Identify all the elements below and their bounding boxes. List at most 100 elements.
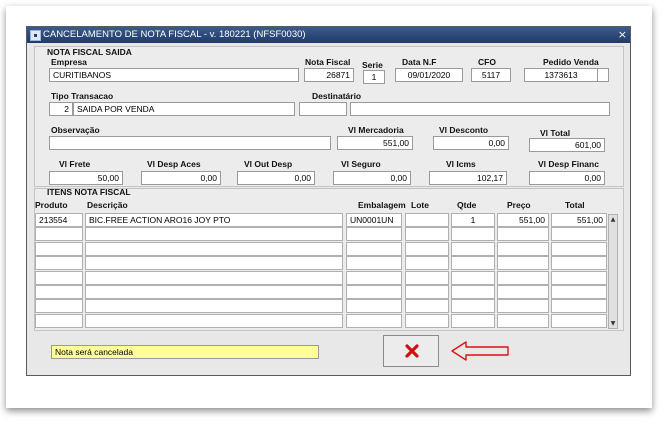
cell-total[interactable]	[551, 285, 607, 299]
close-icon[interactable]: ×	[618, 28, 627, 41]
pedido-venda-field[interactable]: 1373613	[524, 68, 609, 82]
cell-produto[interactable]: 213554	[35, 213, 83, 227]
nota-fiscal-field[interactable]: 26871	[304, 68, 354, 82]
pedido-venda-value: 1373613	[544, 70, 578, 80]
items-scrollbar[interactable]: ▲ ▼	[608, 214, 618, 329]
cell-total[interactable]	[551, 241, 607, 256]
pedido-venda-divider	[597, 69, 598, 81]
vl-mercadoria-field[interactable]: 551,00	[337, 136, 413, 150]
tipo-transacao-desc-field[interactable]: SAIDA POR VENDA	[73, 102, 295, 116]
cancel-nota-button[interactable]	[383, 335, 439, 367]
cell-embalagem[interactable]	[346, 270, 402, 285]
cell-produto[interactable]	[35, 241, 83, 256]
cell-produto[interactable]	[35, 270, 83, 285]
cell-lote[interactable]	[405, 241, 449, 256]
column-header-lote: Lote	[411, 200, 429, 210]
empresa-label: Empresa	[51, 57, 87, 67]
vl-desp-financ-field[interactable]: 0,00	[529, 171, 605, 185]
cell-qtde[interactable]: 1	[451, 213, 495, 227]
vl-desconto-field[interactable]: 0,00	[433, 136, 509, 150]
column-header-total: Total	[565, 200, 585, 210]
cell-qtde[interactable]	[451, 270, 495, 285]
vl-seguro-field[interactable]: 0,00	[333, 171, 411, 185]
cell-qtde[interactable]	[451, 256, 495, 271]
vl-icms-field[interactable]: 102,17	[429, 171, 507, 185]
cell-lote[interactable]	[405, 299, 449, 314]
cell-total[interactable]	[551, 299, 607, 314]
cell-lote[interactable]	[405, 256, 449, 271]
cell-embalagem[interactable]	[346, 285, 402, 299]
cell-embalagem[interactable]	[346, 241, 402, 256]
cell-lote[interactable]	[405, 270, 449, 285]
cfo-field[interactable]: 5117	[471, 68, 511, 82]
cell-embalagem[interactable]	[346, 299, 402, 314]
window-title: CANCELAMENTO DE NOTA FISCAL - v. 180221 …	[43, 29, 306, 40]
cell-produto[interactable]	[35, 227, 83, 242]
vl-frete-field[interactable]: 50,00	[49, 171, 123, 185]
cell-produto[interactable]	[35, 256, 83, 271]
cell-descricao[interactable]	[85, 270, 343, 285]
cell-lote[interactable]	[405, 313, 449, 328]
cell-embalagem[interactable]	[346, 256, 402, 271]
cell-produto[interactable]	[35, 285, 83, 299]
cell-preco[interactable]	[497, 256, 549, 271]
destinatario-code-field[interactable]	[299, 102, 347, 116]
cell-total[interactable]	[551, 256, 607, 271]
app-icon: ▪	[30, 30, 41, 41]
cell-lote[interactable]	[405, 285, 449, 299]
column-header-qtde: Qtde	[457, 200, 477, 210]
cell-embalagem[interactable]	[346, 227, 402, 242]
cell-preco[interactable]	[497, 313, 549, 328]
cell-total[interactable]	[551, 227, 607, 242]
cell-preco[interactable]	[497, 299, 549, 314]
cell-qtde[interactable]	[451, 299, 495, 314]
cell-lote[interactable]	[405, 213, 449, 227]
cell-preco[interactable]	[497, 270, 549, 285]
data-nf-field[interactable]: 09/01/2020	[395, 68, 463, 82]
cfo-label: CFO	[478, 57, 496, 67]
cell-descricao[interactable]	[85, 313, 343, 328]
vl-out-desp-field[interactable]: 0,00	[237, 171, 315, 185]
cell-preco[interactable]	[497, 241, 549, 256]
cell-preco[interactable]	[497, 227, 549, 242]
observacao-label: Observação	[51, 125, 100, 135]
vl-mercadoria-label: Vl Mercadoria	[348, 125, 404, 135]
vl-desconto-label: Vl Desconto	[439, 125, 489, 135]
title-bar[interactable]: ▪ CANCELAMENTO DE NOTA FISCAL - v. 18022…	[27, 27, 630, 43]
cell-qtde[interactable]	[451, 313, 495, 328]
cell-qtde[interactable]	[451, 285, 495, 299]
cell-descricao[interactable]	[85, 299, 343, 314]
vl-frete-label: Vl Frete	[59, 159, 91, 169]
empresa-field[interactable]: CURITIBANOS	[49, 68, 299, 82]
column-header-embalagem: Embalagem	[358, 200, 406, 210]
serie-field[interactable]: 1	[363, 70, 385, 84]
cell-lote[interactable]	[405, 227, 449, 242]
destinatario-label: Destinatário	[312, 91, 362, 101]
observacao-field[interactable]	[49, 136, 331, 150]
cell-produto[interactable]	[35, 299, 83, 314]
cell-total[interactable]	[551, 270, 607, 285]
cell-descricao[interactable]	[85, 285, 343, 299]
cell-preco[interactable]	[497, 285, 549, 299]
cell-descricao[interactable]	[85, 256, 343, 271]
cell-preco[interactable]: 551,00	[497, 213, 549, 227]
cell-embalagem[interactable]: UN0001UN	[346, 213, 402, 227]
tipo-transacao-code-field[interactable]: 2	[49, 102, 73, 116]
cell-embalagem[interactable]	[346, 313, 402, 328]
cell-qtde[interactable]	[451, 227, 495, 242]
vl-desp-aces-field[interactable]: 0,00	[141, 171, 221, 185]
cell-descricao[interactable]: BIC.FREE ACTION ARO16 JOY PTO	[85, 213, 343, 227]
vl-total-field[interactable]: 601,00	[529, 138, 605, 152]
nota-fiscal-panel: NOTA FISCAL SAIDA Empresa CURITIBANOS No…	[34, 46, 624, 187]
scroll-down-icon[interactable]: ▼	[609, 319, 617, 328]
cell-descricao[interactable]	[85, 241, 343, 256]
cell-total[interactable]: 551,00	[551, 213, 607, 227]
cell-total[interactable]	[551, 313, 607, 328]
dialog-window: ▪ CANCELAMENTO DE NOTA FISCAL - v. 18022…	[26, 26, 631, 376]
scroll-up-icon[interactable]: ▲	[609, 215, 617, 224]
vl-out-desp-label: Vl Out Desp	[244, 159, 293, 169]
cell-descricao[interactable]	[85, 227, 343, 242]
cell-qtde[interactable]	[451, 241, 495, 256]
cell-produto[interactable]	[35, 313, 83, 328]
destinatario-field[interactable]	[350, 102, 610, 116]
